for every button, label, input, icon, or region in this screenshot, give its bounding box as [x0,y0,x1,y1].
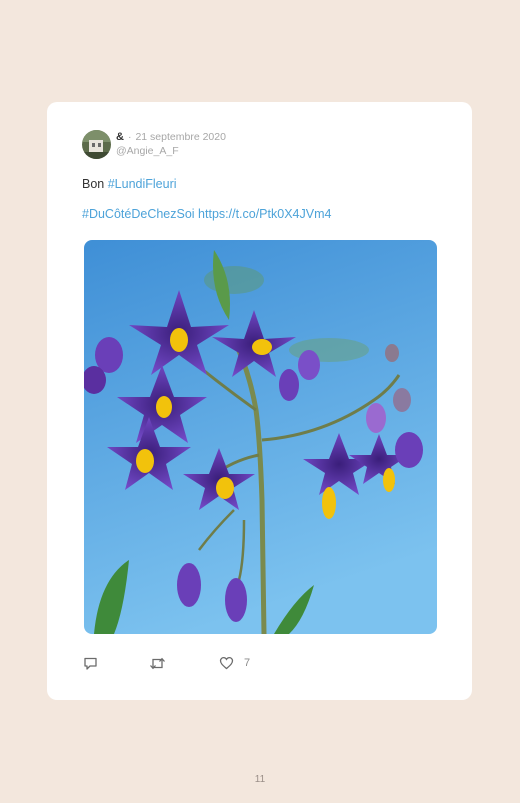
tweet-card: & · 21 septembre 2020 @Angie_A_F Bon #Lund… [47,102,472,700]
retweet-button[interactable] [149,655,166,671]
meta-separator: · [127,131,132,143]
tweet-date[interactable]: 21 septembre 2020 [135,131,225,143]
like-button[interactable]: 7 [219,655,250,671]
tweet-url[interactable]: https://t.co/Ptk0X4JVm4 [198,207,331,221]
page-number: 11 [254,774,266,785]
tweet-text-line-1: Bon #LundiFleuri [82,177,442,192]
tweet-actions: 7 [83,655,383,671]
heart-icon [219,656,234,670]
tweet-text-line-2: #DuCôtéDeChezSoi https://t.co/Ptk0X4JVm4 [82,207,442,222]
author-name[interactable]: & [116,131,124,143]
reply-icon [83,656,98,671]
reply-button[interactable] [83,655,98,671]
tweet-text: Bon #LundiFleuri #DuCôtéDeChezSoi https:… [82,177,442,222]
tweet-meta: & · 21 septembre 2020 [116,131,226,143]
author-handle[interactable]: @Angie_A_F [116,145,179,157]
text-prefix: Bon [82,177,108,191]
like-count: 7 [244,657,251,669]
avatar[interactable] [82,130,111,159]
tweet-photo[interactable] [84,240,437,634]
retweet-icon [149,656,166,671]
hashtag-lundifleuri[interactable]: #LundiFleuri [108,177,177,191]
hashtag-ducotedechezsoi[interactable]: #DuCôtéDeChezSoi [82,207,195,221]
